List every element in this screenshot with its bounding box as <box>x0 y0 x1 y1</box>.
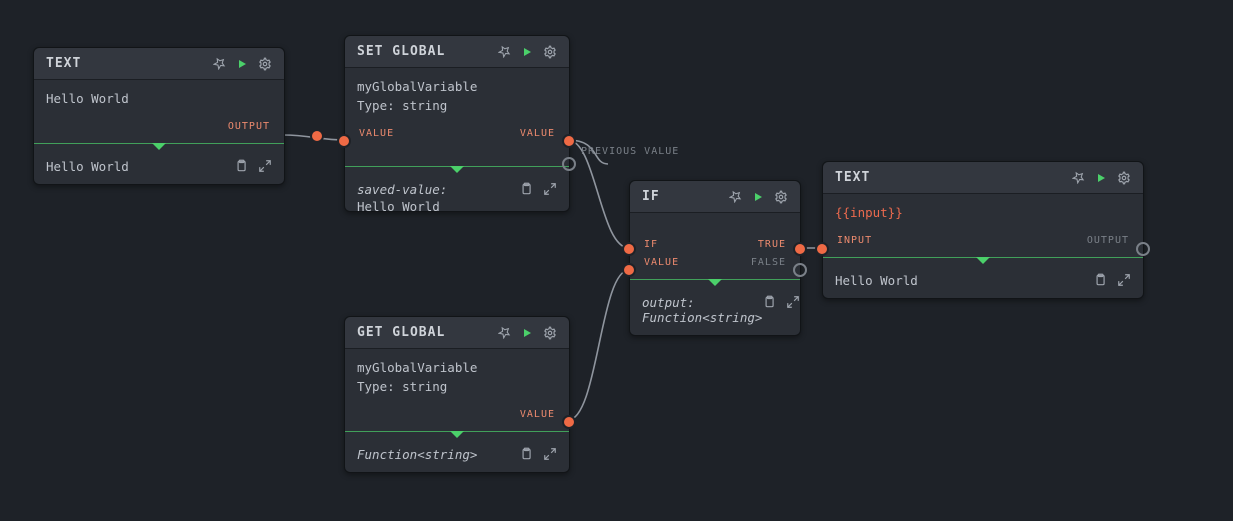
pin-icon[interactable] <box>1072 171 1085 184</box>
node-titlebar[interactable]: SET GLOBAL <box>345 36 569 68</box>
expand-icon[interactable] <box>786 295 800 309</box>
clipboard-icon[interactable] <box>519 447 533 461</box>
caret-down-icon <box>345 431 569 439</box>
node-graph-canvas[interactable]: { "labels":{ "output":"OUTPUT","value":"… <box>0 0 1233 521</box>
node-title: TEXT <box>835 170 870 185</box>
variable-name: myGlobalVariable <box>357 359 557 378</box>
node-text-2[interactable]: TEXT {{input}} INPUT OUTPUT Hello World <box>822 161 1144 299</box>
node-get-global[interactable]: GET GLOBAL myGlobalVariable Type: string… <box>344 316 570 473</box>
port-false-out[interactable] <box>793 263 807 277</box>
expand-icon[interactable] <box>1117 273 1131 287</box>
node-if[interactable]: IF IF TRUE VALUE FALSE output: Function<… <box>629 180 801 336</box>
port-label-value-in: VALUE <box>359 128 394 139</box>
port-value-in[interactable] <box>622 263 636 277</box>
output-value: Function<string> <box>642 310 762 325</box>
node-body-text: {{input}} <box>835 205 903 220</box>
port-value-out[interactable] <box>562 134 576 148</box>
clipboard-icon[interactable] <box>1093 273 1107 287</box>
separator <box>630 279 800 280</box>
pin-icon[interactable] <box>213 57 226 70</box>
play-icon[interactable] <box>1095 172 1107 184</box>
port-value-out[interactable] <box>562 415 576 429</box>
variable-type: Type: string <box>357 378 557 397</box>
node-body-text: Hello World <box>34 80 284 119</box>
clipboard-icon[interactable] <box>519 182 533 196</box>
clipboard-icon[interactable] <box>234 159 248 173</box>
node-title: SET GLOBAL <box>357 44 445 59</box>
port-output[interactable] <box>310 129 324 143</box>
pin-icon[interactable] <box>498 326 511 339</box>
node-titlebar[interactable]: TEXT <box>823 162 1143 194</box>
caret-down-icon <box>630 279 800 287</box>
play-icon[interactable] <box>521 327 533 339</box>
play-icon[interactable] <box>752 191 764 203</box>
separator <box>345 431 569 432</box>
clipboard-icon[interactable] <box>762 295 776 309</box>
play-icon[interactable] <box>521 46 533 58</box>
pin-icon[interactable] <box>729 190 742 203</box>
node-titlebar[interactable]: IF <box>630 181 800 213</box>
node-title: GET GLOBAL <box>357 325 445 340</box>
gear-icon[interactable] <box>543 45 557 59</box>
output-label: output: <box>642 295 762 310</box>
separator <box>34 143 284 144</box>
gear-icon[interactable] <box>1117 171 1131 185</box>
port-previous-value[interactable] <box>562 157 576 171</box>
caret-down-icon <box>823 257 1143 265</box>
expand-icon[interactable] <box>258 159 272 173</box>
port-input[interactable] <box>815 242 829 256</box>
port-label-value-out: VALUE <box>520 409 555 420</box>
node-titlebar[interactable]: GET GLOBAL <box>345 317 569 349</box>
port-value-in[interactable] <box>337 134 351 148</box>
gear-icon[interactable] <box>543 326 557 340</box>
play-icon[interactable] <box>236 58 248 70</box>
port-output[interactable] <box>1136 242 1150 256</box>
node-title: IF <box>642 189 660 204</box>
variable-name: myGlobalVariable <box>357 78 557 97</box>
port-true-out[interactable] <box>793 242 807 256</box>
port-label-previous-value: PREVIOUS VALUE <box>581 146 679 157</box>
port-label-if: IF <box>644 239 658 250</box>
caret-down-icon <box>34 143 284 151</box>
port-label-true: TRUE <box>758 239 786 250</box>
gear-icon[interactable] <box>774 190 788 204</box>
pin-icon[interactable] <box>498 45 511 58</box>
variable-type: Type: string <box>357 97 557 116</box>
gear-icon[interactable] <box>258 57 272 71</box>
expand-icon[interactable] <box>543 447 557 461</box>
port-label-output: OUTPUT <box>228 121 270 132</box>
node-output-value: Hello World <box>46 159 129 174</box>
separator <box>345 166 569 167</box>
port-label-output: OUTPUT <box>1087 235 1129 246</box>
port-label-false: FALSE <box>751 257 786 268</box>
saved-value-text: Hello World <box>345 199 569 211</box>
separator <box>823 257 1143 258</box>
node-text-1[interactable]: TEXT Hello World OUTPUT Hello World <box>33 47 285 185</box>
saved-value-label: saved-value: <box>357 182 447 197</box>
node-output-value: Function<string> <box>357 447 477 462</box>
node-title: TEXT <box>46 56 81 71</box>
expand-icon[interactable] <box>543 182 557 196</box>
port-label-value-out: VALUE <box>520 128 555 139</box>
node-set-global[interactable]: SET GLOBAL myGlobalVariable Type: string… <box>344 35 570 212</box>
node-titlebar[interactable]: TEXT <box>34 48 284 80</box>
port-label-value-in: VALUE <box>644 257 679 268</box>
caret-down-icon <box>345 166 569 174</box>
port-label-input: INPUT <box>837 235 872 246</box>
node-output-value: Hello World <box>835 273 918 288</box>
port-if-in[interactable] <box>622 242 636 256</box>
